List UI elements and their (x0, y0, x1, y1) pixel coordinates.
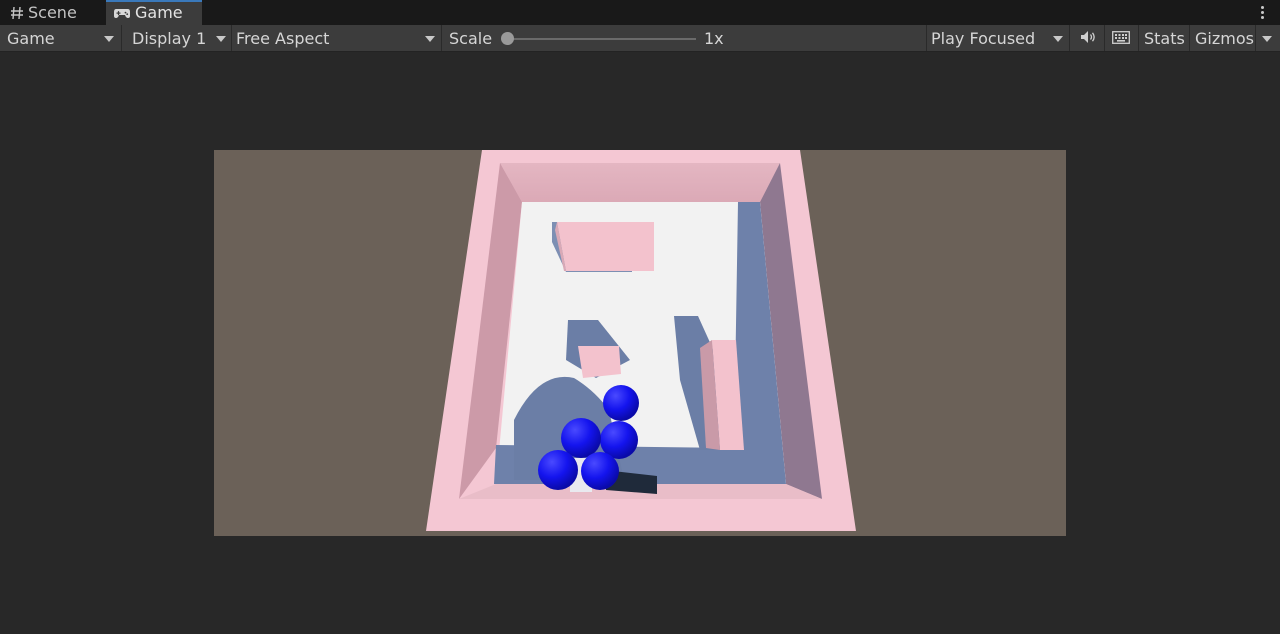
view-mode-chevron-down-icon (104, 36, 114, 42)
scale-slider-track[interactable] (508, 38, 696, 40)
gizmos-chevron-down-icon[interactable] (1262, 36, 1272, 42)
gizmos-button[interactable]: Gizmos (1195, 25, 1254, 51)
blue-ball (581, 452, 619, 490)
arena-far-wall (500, 163, 780, 202)
view-mode-dropdown[interactable]: Game (7, 25, 119, 51)
gamepad-icon (113, 7, 131, 19)
blue-ball (561, 418, 601, 458)
display-label: Display 1 (132, 28, 207, 48)
tab-game-label: Game (135, 3, 183, 22)
play-mode-label: Play Focused (931, 28, 1036, 48)
pink-block-top (557, 222, 654, 271)
stats-label: Stats (1144, 28, 1185, 48)
tab-game[interactable]: Game (106, 0, 202, 25)
shortcuts-toggle-button[interactable] (1106, 25, 1136, 51)
scale-slider-handle[interactable] (501, 32, 514, 45)
scale-label: Scale (449, 25, 492, 51)
aspect-dropdown[interactable]: Free Aspect (236, 25, 438, 51)
hash-icon (10, 6, 24, 20)
mute-audio-button[interactable] (1074, 25, 1104, 51)
tab-scene-label: Scene (28, 3, 77, 22)
view-mode-label: Game (7, 28, 55, 48)
tab-scene[interactable]: Scene (6, 0, 106, 25)
scale-value-text: 1x (704, 28, 724, 48)
blue-ball (538, 450, 578, 490)
keyboard-icon (1112, 29, 1130, 48)
pink-block-mid (578, 346, 621, 378)
display-chevron-down-icon (216, 36, 226, 42)
tab-bar: Scene Game (0, 0, 1280, 25)
play-mode-dropdown[interactable]: Play Focused (931, 25, 1067, 51)
aspect-chevron-down-icon (425, 36, 435, 42)
blue-ball (603, 385, 639, 421)
scale-value: 1x (704, 25, 724, 51)
more-options-icon[interactable] (1254, 3, 1270, 21)
aspect-label: Free Aspect (236, 28, 330, 48)
speaker-icon (1080, 29, 1098, 48)
stats-button[interactable]: Stats (1144, 25, 1185, 51)
game-scene (426, 150, 856, 531)
scale-label-text: Scale (449, 28, 493, 48)
gizmos-label: Gizmos (1195, 28, 1254, 48)
play-mode-chevron-down-icon (1053, 36, 1063, 42)
game-render[interactable] (214, 150, 1066, 536)
